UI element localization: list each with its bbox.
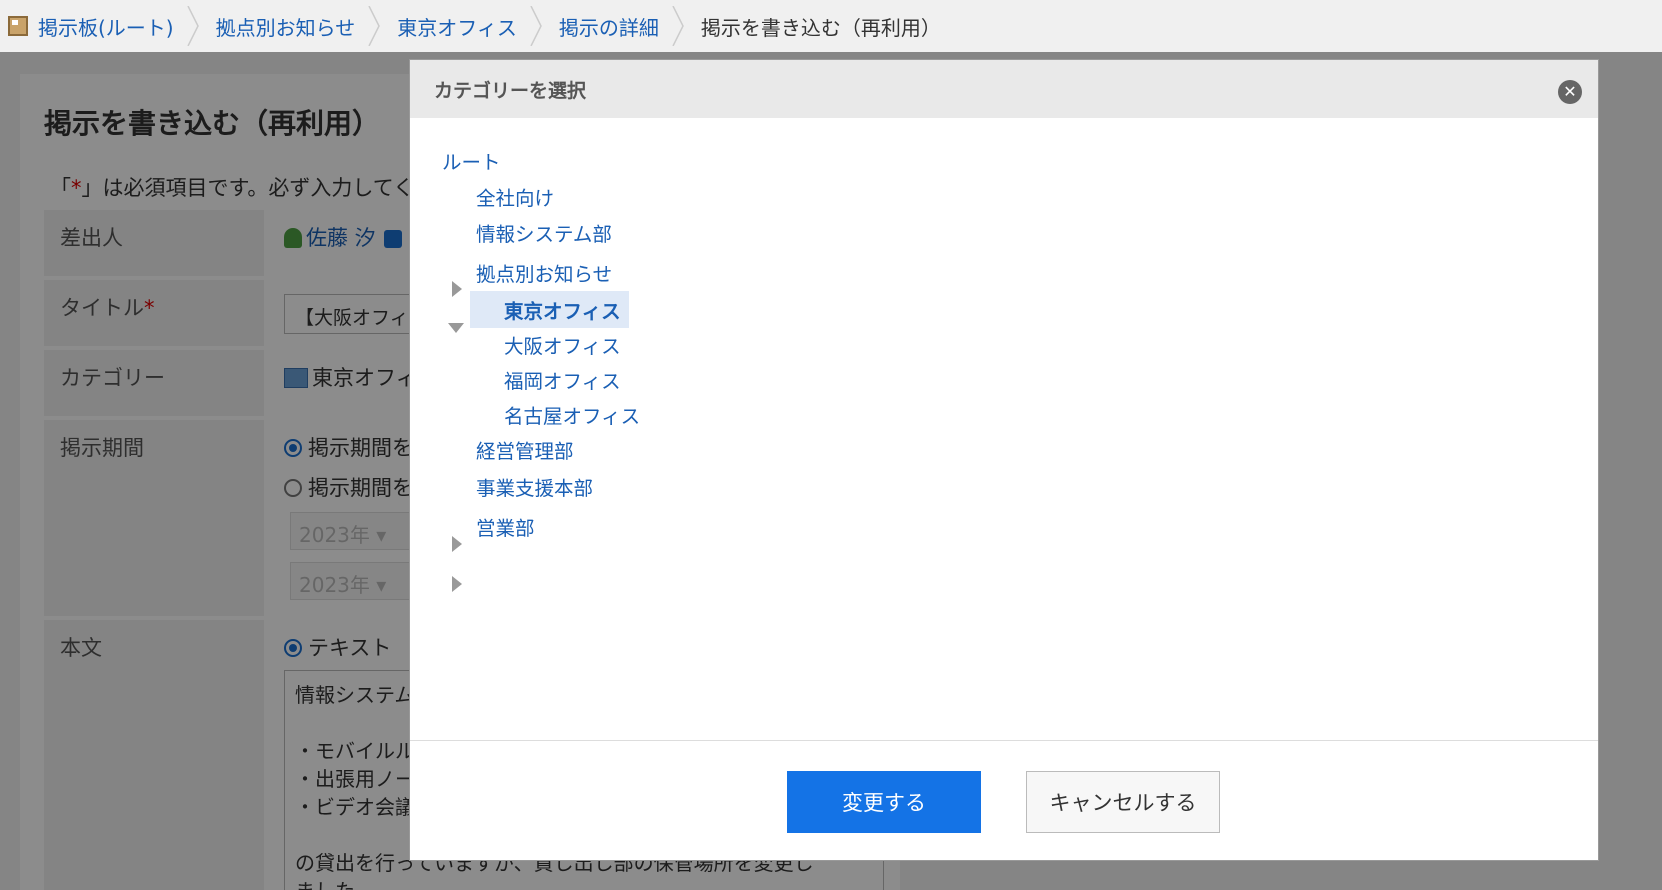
tree-node-company-wide[interactable]: 全社向け bbox=[476, 182, 554, 211]
breadcrumb-item-current: 掲示を書き込む（再利用） bbox=[681, 0, 963, 52]
collapse-arrow-icon[interactable] bbox=[448, 323, 464, 333]
breadcrumb-label[interactable]: 東京オフィス bbox=[397, 12, 517, 41]
expand-arrow-icon[interactable] bbox=[452, 281, 462, 297]
tree-node-fukuoka-office[interactable]: 福岡オフィス bbox=[504, 365, 621, 394]
tree-node-nagoya-office[interactable]: 名古屋オフィス bbox=[504, 400, 640, 429]
expand-arrow-icon[interactable] bbox=[452, 536, 462, 552]
expand-arrow-icon[interactable] bbox=[452, 576, 462, 592]
category-tree: ルート 全社向け 情報システム部 拠点別お知らせ 東京オフィス 大阪オフィス 福… bbox=[410, 118, 1598, 738]
tree-node-osaka-office[interactable]: 大阪オフィス bbox=[504, 330, 621, 359]
cancel-button[interactable]: キャンセルする bbox=[1026, 771, 1220, 833]
breadcrumb-item-region[interactable]: 拠点別お知らせ bbox=[196, 0, 381, 52]
tree-node-it-department[interactable]: 情報システム部 bbox=[476, 218, 612, 247]
dialog-title: カテゴリーを選択 bbox=[434, 79, 587, 102]
category-select-dialog: カテゴリーを選択 ✕ ルート 全社向け 情報システム部 拠点別お知らせ 東京オフ… bbox=[410, 60, 1598, 860]
dialog-footer: 変更する キャンセルする bbox=[410, 740, 1598, 860]
close-icon[interactable]: ✕ bbox=[1558, 80, 1582, 104]
tree-node-sales[interactable]: 営業部 bbox=[476, 512, 535, 541]
breadcrumb-label[interactable]: 掲示の詳細 bbox=[559, 12, 659, 41]
breadcrumb-label: 掲示を書き込む（再利用） bbox=[700, 15, 941, 40]
breadcrumb-label[interactable]: 掲示板(ルート) bbox=[38, 12, 174, 41]
breadcrumb-item-tokyo[interactable]: 東京オフィス bbox=[377, 0, 542, 52]
tree-node-management[interactable]: 経営管理部 bbox=[476, 435, 574, 464]
bulletin-board-icon bbox=[8, 16, 28, 36]
breadcrumb-item-detail[interactable]: 掲示の詳細 bbox=[539, 0, 684, 52]
dialog-header: カテゴリーを選択 bbox=[410, 60, 1598, 118]
breadcrumb: 掲示板(ルート) 拠点別お知らせ 東京オフィス 掲示の詳細 掲示を書き込む（再利… bbox=[0, 0, 1662, 52]
breadcrumb-item-root[interactable]: 掲示板(ルート) bbox=[0, 0, 199, 52]
change-button[interactable]: 変更する bbox=[787, 771, 981, 833]
tree-node-tokyo-office[interactable]: 東京オフィス bbox=[470, 291, 629, 328]
tree-node-business-support[interactable]: 事業支援本部 bbox=[476, 472, 593, 501]
tree-node-region-notices[interactable]: 拠点別お知らせ bbox=[476, 258, 612, 287]
breadcrumb-label[interactable]: 拠点別お知らせ bbox=[216, 12, 356, 41]
tree-node-root[interactable]: ルート bbox=[442, 146, 501, 175]
